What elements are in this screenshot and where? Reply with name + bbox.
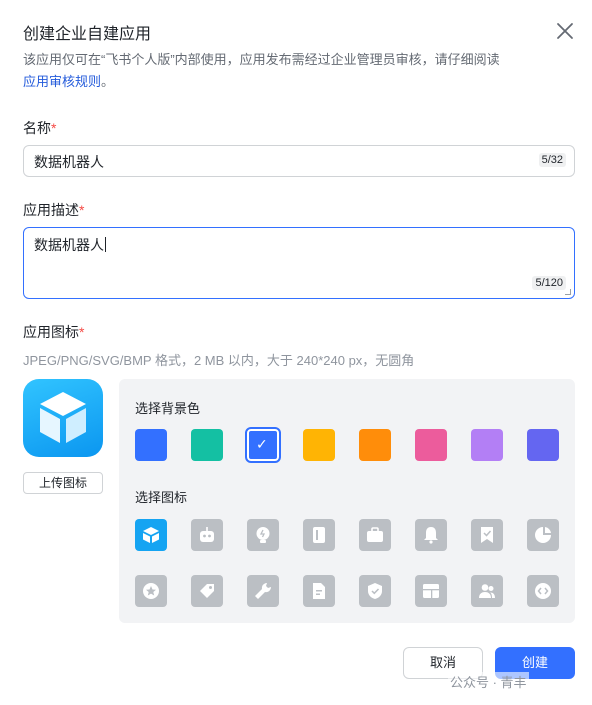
color-swatch[interactable] xyxy=(135,429,167,461)
notice-text: 该应用仅可在“飞书个人版”内部使用，应用发布需经过企业管理员审核，请仔细阅读 xyxy=(23,52,500,67)
name-input[interactable]: 数据机器人 5/32 xyxy=(23,145,575,177)
document-icon xyxy=(313,583,325,599)
color-swatch[interactable] xyxy=(191,429,223,461)
review-notice: 该应用仅可在“飞书个人版”内部使用，应用发布需经过企业管理员审核，请仔细阅读 应… xyxy=(23,49,563,93)
notice-end: 。 xyxy=(101,74,115,89)
name-value: 数据机器人 xyxy=(34,154,104,170)
cube-icon xyxy=(40,392,86,443)
pie-icon xyxy=(535,527,551,543)
create-app-dialog: 创建企业自建应用 该应用仅可在“飞书个人版”内部使用，应用发布需经过企业管理员审… xyxy=(0,0,592,705)
check-icon: ✓ xyxy=(256,436,268,452)
icon-format-hint: JPEG/PNG/SVG/BMP 格式，2 MB 以内，大于 240*240 p… xyxy=(23,353,415,368)
description-counter: 5/120 xyxy=(532,276,566,290)
color-swatch[interactable] xyxy=(415,429,447,461)
icon-option[interactable] xyxy=(247,575,279,607)
tag-icon xyxy=(200,584,214,598)
required-mark: * xyxy=(51,120,57,136)
icon-option[interactable] xyxy=(359,575,391,607)
description-label: 应用描述* xyxy=(23,202,85,218)
icon-option[interactable] xyxy=(527,575,559,607)
icon-option[interactable] xyxy=(191,575,223,607)
color-swatch[interactable] xyxy=(471,429,503,461)
text-caret xyxy=(105,237,106,252)
icon-option[interactable] xyxy=(471,519,503,551)
shield-check-icon xyxy=(368,583,382,599)
dialog-title: 创建企业自建应用 xyxy=(23,26,152,43)
icon-select-label: 选择图标 xyxy=(135,490,188,505)
icon-option[interactable] xyxy=(527,519,559,551)
bg-color-label: 选择背景色 xyxy=(135,401,201,416)
book-icon xyxy=(313,527,325,543)
icon-picker-panel: 选择背景色 ✓ 选择图标 xyxy=(119,379,575,623)
cube-icon xyxy=(143,527,159,543)
layout-icon xyxy=(423,584,439,598)
required-mark: * xyxy=(79,202,85,218)
robot-icon xyxy=(200,527,214,542)
icon-option[interactable] xyxy=(135,575,167,607)
icon-label: 应用图标* xyxy=(23,324,85,340)
required-mark: * xyxy=(79,324,85,340)
icon-option[interactable] xyxy=(247,519,279,551)
icon-option[interactable] xyxy=(471,575,503,607)
icon-option[interactable] xyxy=(303,519,335,551)
color-swatch[interactable] xyxy=(359,429,391,461)
bell-icon xyxy=(424,527,438,544)
description-value: 数据机器人 xyxy=(34,237,104,253)
name-counter: 5/32 xyxy=(538,153,566,167)
color-swatch[interactable] xyxy=(303,429,335,461)
close-icon[interactable] xyxy=(554,20,576,42)
icon-option[interactable] xyxy=(135,519,167,551)
icon-option[interactable] xyxy=(303,575,335,607)
description-textarea[interactable]: 数据机器人 5/120 xyxy=(23,227,575,299)
wrench-icon xyxy=(255,582,272,599)
review-rules-link[interactable]: 应用审核规则 xyxy=(23,74,101,89)
icon-option[interactable] xyxy=(415,575,447,607)
icon-option[interactable] xyxy=(359,519,391,551)
icon-option[interactable] xyxy=(191,519,223,551)
color-swatch[interactable]: ✓ xyxy=(245,427,281,463)
resize-handle-icon[interactable] xyxy=(565,289,571,295)
briefcase-icon xyxy=(367,527,383,542)
color-swatch[interactable] xyxy=(527,429,559,461)
people-icon xyxy=(479,584,495,598)
bulb-icon xyxy=(256,527,270,543)
watermark: 公众号 · 青丰 xyxy=(448,672,529,691)
bookmark-check-icon xyxy=(481,527,493,543)
upload-icon-button[interactable]: 上传图标 xyxy=(23,472,103,494)
star-badge-icon xyxy=(143,583,159,599)
icon-option[interactable] xyxy=(415,519,447,551)
app-icon-preview xyxy=(23,379,103,457)
code-icon xyxy=(535,583,551,599)
name-label: 名称* xyxy=(23,120,57,136)
